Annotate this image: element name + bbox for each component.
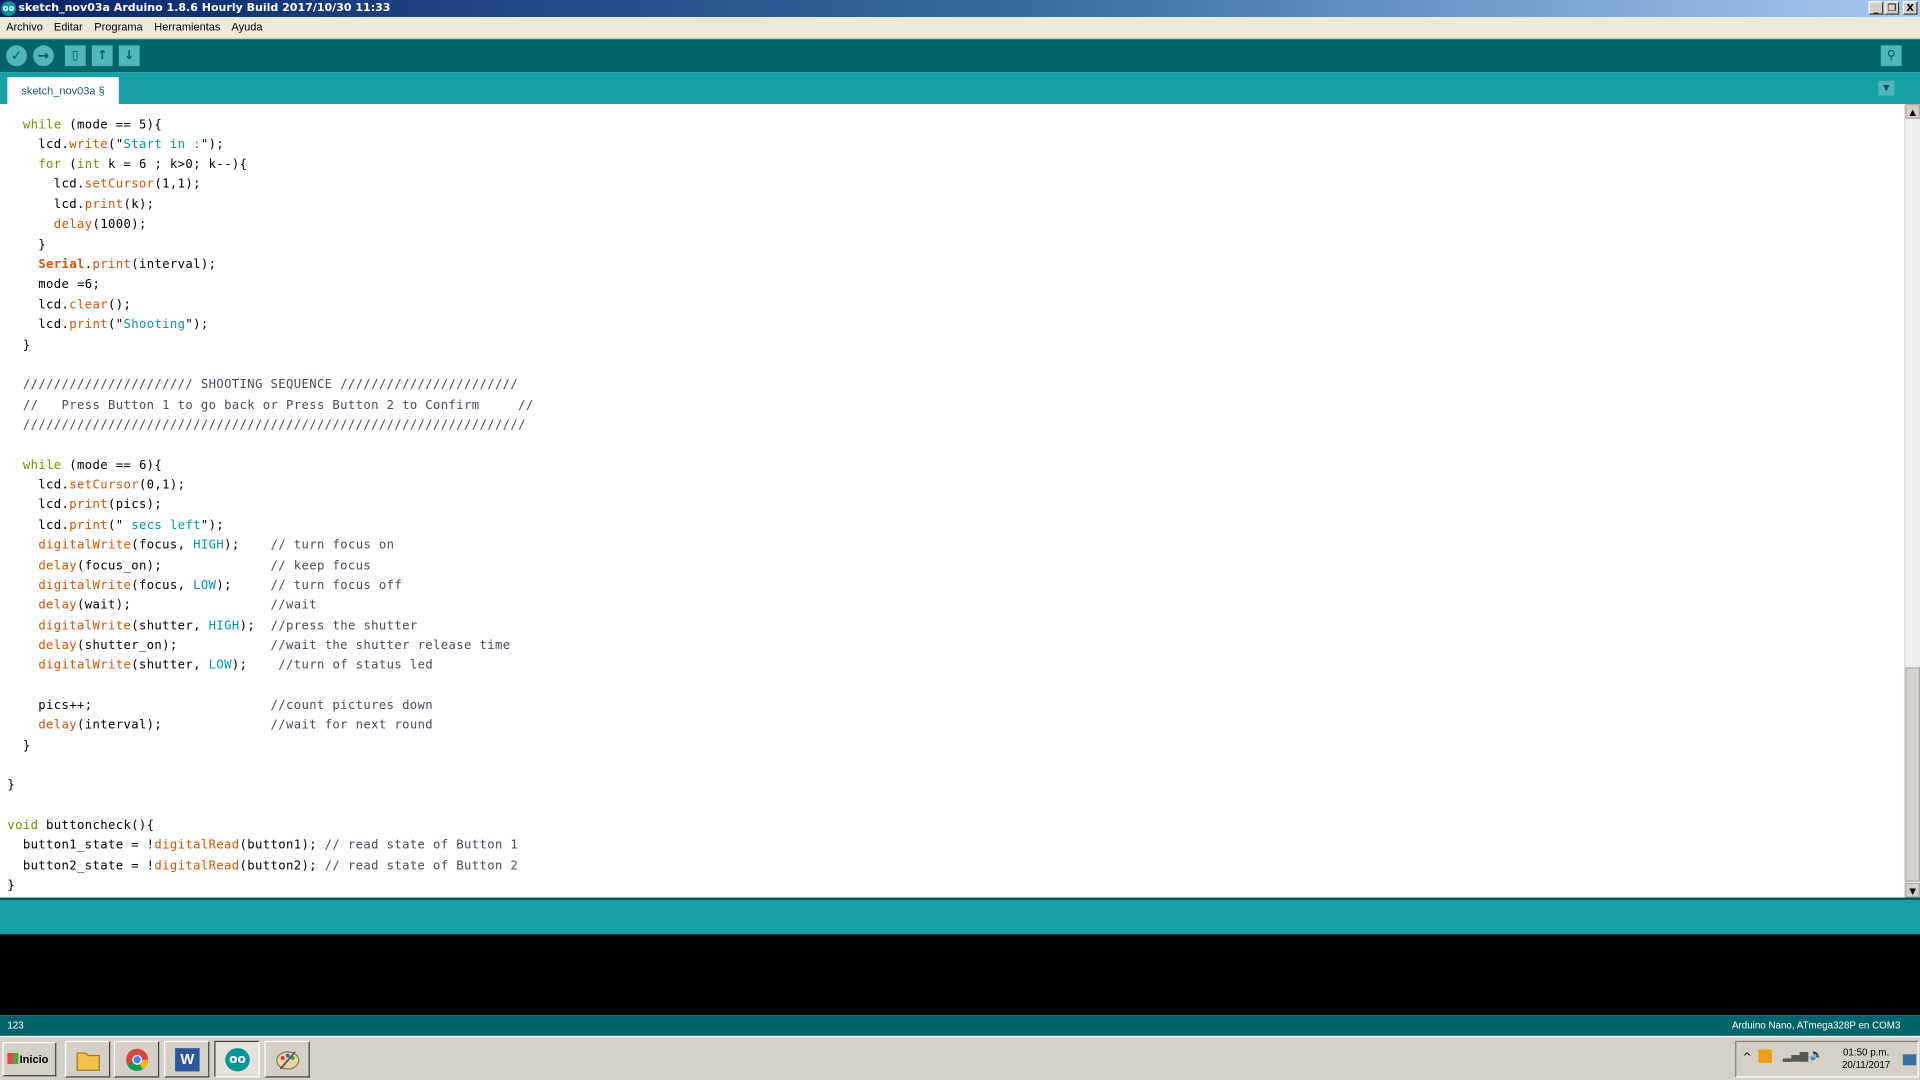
folder-icon — [76, 1052, 100, 1071]
paint-palette-icon — [276, 1051, 300, 1070]
windows-logo-icon — [7, 1053, 19, 1065]
save-sketch-button[interactable]: ↓ — [118, 45, 140, 67]
board-info: Arduino Nano, ATmega328P en COM3 — [1731, 1020, 1901, 1032]
code-line: lcd.print(k); — [7, 198, 155, 212]
taskbar-explorer[interactable] — [64, 1040, 111, 1078]
line-number: 123 — [7, 1020, 24, 1032]
code-line: ////////////////////////////////////////… — [22, 418, 526, 433]
code-line: lcd.write("Start in :"); — [7, 138, 225, 152]
tab-bar: sketch_nov03a § ▼ — [0, 72, 1920, 105]
menu-ayuda[interactable]: Ayuda — [231, 17, 262, 38]
code-line: // Press Button 1 to go back or Press Bu… — [22, 399, 534, 413]
taskbar-chrome[interactable] — [113, 1040, 160, 1078]
code-line: } — [7, 739, 31, 754]
status-bar: 123 Arduino Nano, ATmega328P en COM3 — [0, 1015, 1920, 1036]
code-line: digitalWrite(focus, HIGH); // turn focus… — [38, 538, 395, 553]
menu-archivo[interactable]: Archivo — [6, 17, 43, 38]
code-line: delay(interval); //wait for next round — [38, 718, 434, 733]
code-editor[interactable]: while (mode == 5){ lcd.write("Start in :… — [0, 104, 1905, 898]
clock-time: 01:50 p.m. — [1842, 1046, 1890, 1058]
code-line: } — [7, 339, 31, 353]
tab-sketch[interactable]: sketch_nov03a § — [7, 77, 119, 105]
checkmark-icon: ✓ — [10, 47, 23, 64]
start-label: Inicio — [19, 1053, 49, 1066]
tab-menu-button[interactable]: ▼ — [1878, 80, 1895, 96]
upload-button[interactable]: → — [33, 45, 54, 67]
scroll-thumb[interactable] — [1905, 667, 1920, 882]
code-line: } — [7, 778, 16, 793]
minimize-button[interactable]: _ — [1868, 1, 1884, 15]
menu-herramientas[interactable]: Herramientas — [154, 17, 220, 38]
code-line: } — [7, 879, 16, 893]
new-sketch-button[interactable]: ▯ — [64, 45, 86, 67]
code-line: lcd.print(pics); — [7, 498, 163, 512]
volume-icon[interactable]: 🔈 — [1810, 1049, 1824, 1061]
open-sketch-button[interactable]: ↑ — [91, 45, 113, 67]
clock-date: 20/11/2017 — [1841, 1059, 1891, 1071]
title-bar: oo sketch_nov03a Arduino 1.8.6 Hourly Bu… — [0, 0, 1920, 18]
code-line: button1_state = !digitalRead(button1); /… — [7, 838, 519, 853]
show-hidden-icons-icon[interactable]: ^ — [1742, 1052, 1751, 1064]
new-file-icon: ▯ — [71, 48, 79, 63]
code-line: void buttoncheck(){ — [7, 819, 155, 833]
network-icon[interactable]: ▂▄▆ — [1783, 1051, 1808, 1063]
taskbar-arduino[interactable]: oo — [214, 1040, 260, 1078]
chrome-icon — [126, 1048, 149, 1071]
code-line: lcd.clear(); — [7, 298, 132, 313]
code-line: while (mode == 5){ — [22, 118, 163, 133]
chevron-down-icon: ▼ — [1883, 83, 1890, 94]
system-tray: ^ ▂▄▆ 🔈 01:50 p.m. 20/11/2017 — [1735, 1040, 1919, 1078]
editor-scrollbar[interactable]: ▲ ▼ — [1904, 104, 1920, 898]
code-line: digitalWrite(focus, LOW); // turn focus … — [38, 579, 403, 593]
code-line: lcd.setCursor(0,1); — [7, 478, 186, 493]
code-line: button2_state = !digitalRead(button2); /… — [7, 859, 519, 874]
arduino-icon: oo — [225, 1048, 250, 1072]
arrow-up-icon: ↑ — [97, 48, 108, 63]
menu-bar: Archivo Editar Programa Herramientas Ayu… — [0, 17, 1920, 40]
maximize-button[interactable]: ❐ — [1884, 1, 1900, 15]
avast-icon[interactable] — [1758, 1049, 1772, 1063]
message-area — [0, 897, 1920, 935]
close-button[interactable]: X — [1902, 1, 1918, 15]
window-title: sketch_nov03a Arduino 1.8.6 Hourly Build… — [18, 2, 391, 15]
code-line: Serial.print(interval); — [38, 258, 217, 272]
code-line: pics++; //count pictures down — [7, 699, 434, 713]
code-line: lcd.print(" secs left"); — [7, 519, 225, 533]
console-output[interactable] — [0, 934, 1920, 1016]
code-line: lcd.setCursor(1,1); — [7, 177, 201, 192]
menu-editar[interactable]: Editar — [54, 17, 83, 38]
code-line: lcd.print("Shooting"); — [7, 318, 209, 332]
taskbar: Inicio W oo ^ ▂▄▆ 🔈 01:50 p.m. 20/11/201… — [0, 1035, 1920, 1080]
menu-programa[interactable]: Programa — [94, 17, 142, 38]
word-icon: W — [175, 1048, 200, 1072]
code-line: mode =6; — [7, 277, 101, 292]
clock[interactable]: 01:50 p.m. 20/11/2017 — [1832, 1047, 1901, 1071]
arrow-down-icon: ↓ — [124, 48, 135, 63]
code-line: digitalWrite(shutter, HIGH); //press the… — [38, 619, 418, 634]
toolbar: ✓ → ▯ ↑ ↓ ⚲ — [0, 39, 1920, 73]
arduino-app-icon: oo — [1, 1, 16, 16]
arrow-right-icon: → — [37, 47, 50, 64]
code-line: ////////////////////// SHOOTING SEQUENCE… — [22, 378, 519, 392]
serial-monitor-button[interactable]: ⚲ — [1880, 45, 1902, 67]
taskbar-word[interactable]: W — [164, 1040, 210, 1078]
code-line: delay(focus_on); // keep focus — [38, 559, 372, 574]
start-button[interactable]: Inicio — [2, 1042, 57, 1077]
code-line: delay(shutter_on); //wait the shutter re… — [38, 639, 511, 653]
notification-icon[interactable] — [1902, 1054, 1917, 1066]
verify-button[interactable]: ✓ — [6, 45, 27, 67]
code-line: while (mode == 6){ — [22, 459, 163, 473]
code-line: digitalWrite(shutter, LOW); //turn of st… — [38, 658, 434, 673]
arrow-up-icon: ▲ — [1909, 107, 1916, 118]
scroll-down-button[interactable]: ▼ — [1905, 882, 1920, 898]
code-line: delay(1000); — [53, 217, 147, 232]
code-line: delay(wait); //wait — [38, 598, 317, 613]
scroll-up-button[interactable]: ▲ — [1905, 104, 1920, 119]
magnifier-icon: ⚲ — [1886, 48, 1896, 63]
code-line: } — [7, 238, 47, 253]
arrow-down-icon: ▼ — [1909, 886, 1916, 897]
code-line: for (int k = 6 ; k>0; k--){ — [38, 157, 248, 172]
taskbar-paint[interactable] — [264, 1040, 310, 1078]
